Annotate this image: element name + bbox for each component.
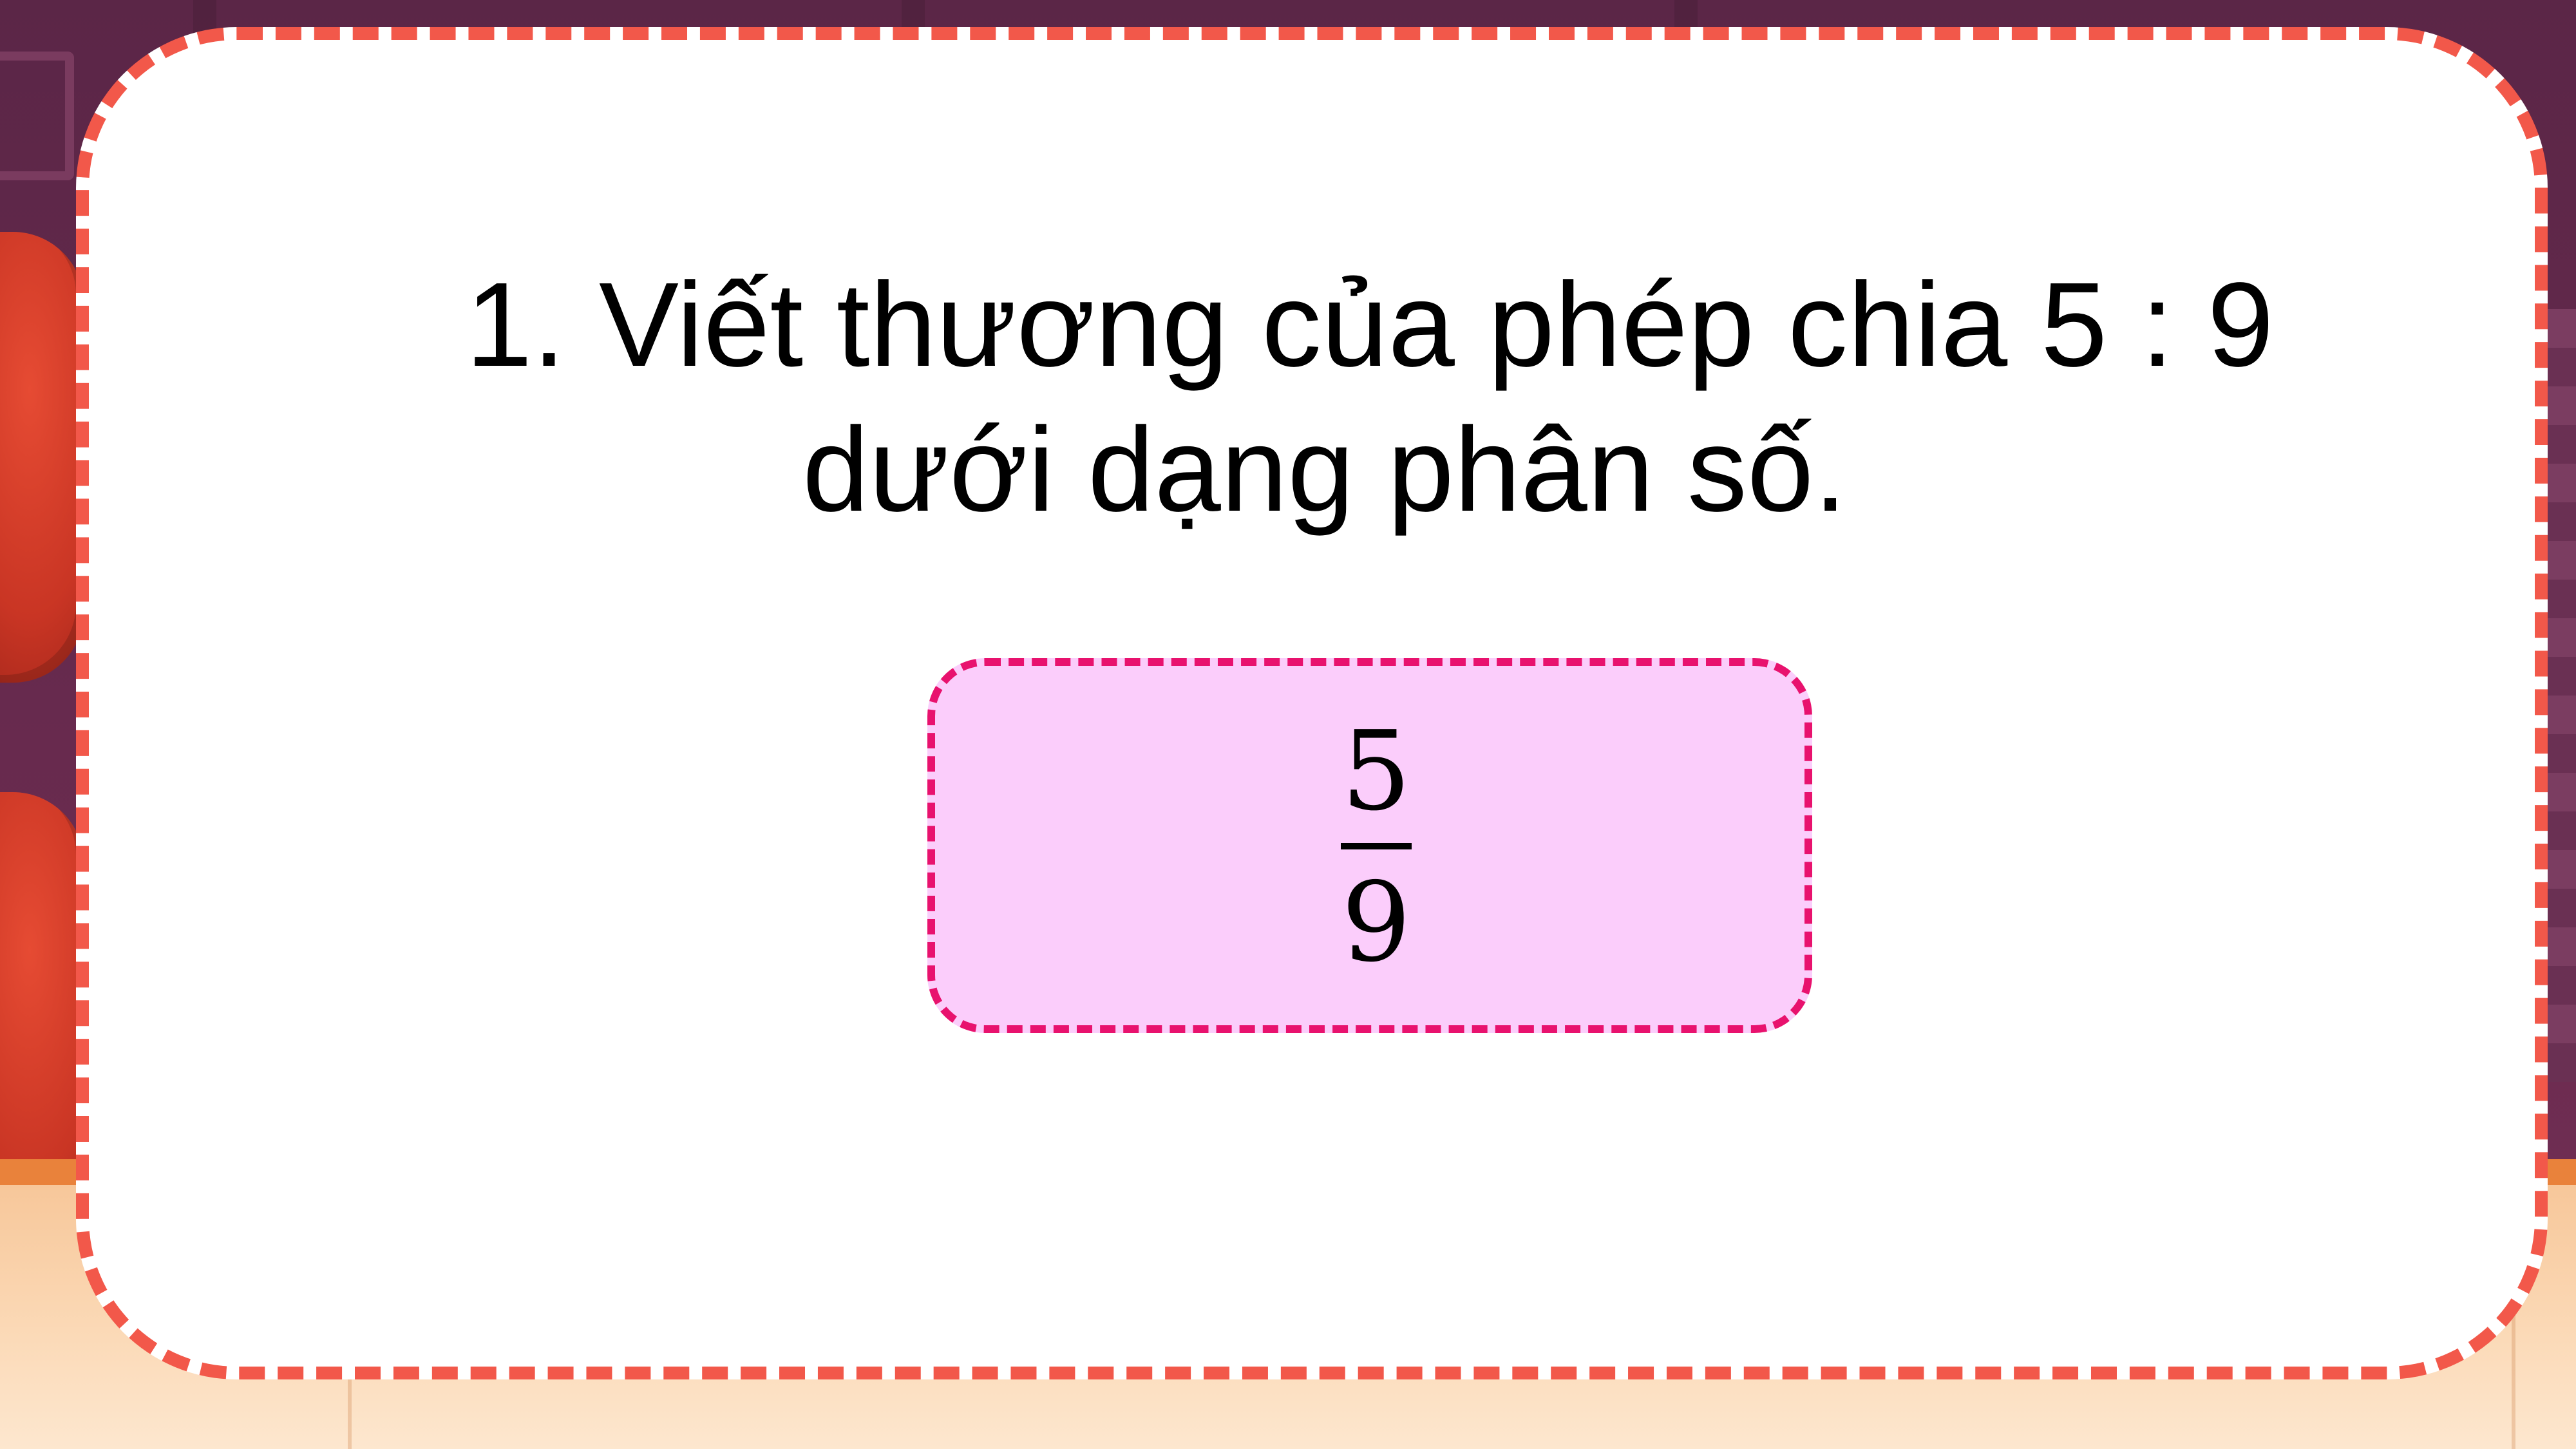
fraction-numerator: 5 <box>1341 708 1412 835</box>
fraction-bar <box>1341 843 1412 849</box>
fraction: 5 9 <box>1334 712 1418 983</box>
question-line-1: 1. Viết thương của phép chia 5 : 9 <box>466 258 2274 392</box>
answer-box[interactable]: 5 9 <box>927 658 1812 1033</box>
theater-seat <box>0 232 84 683</box>
background-frame <box>0 52 74 180</box>
fraction-denominator: 9 <box>1341 859 1412 987</box>
question-text: 1. Viết thương của phép chia 5 : 9 dưới … <box>89 252 2561 542</box>
question-line-2: dưới dạng phân số. <box>802 403 1847 536</box>
